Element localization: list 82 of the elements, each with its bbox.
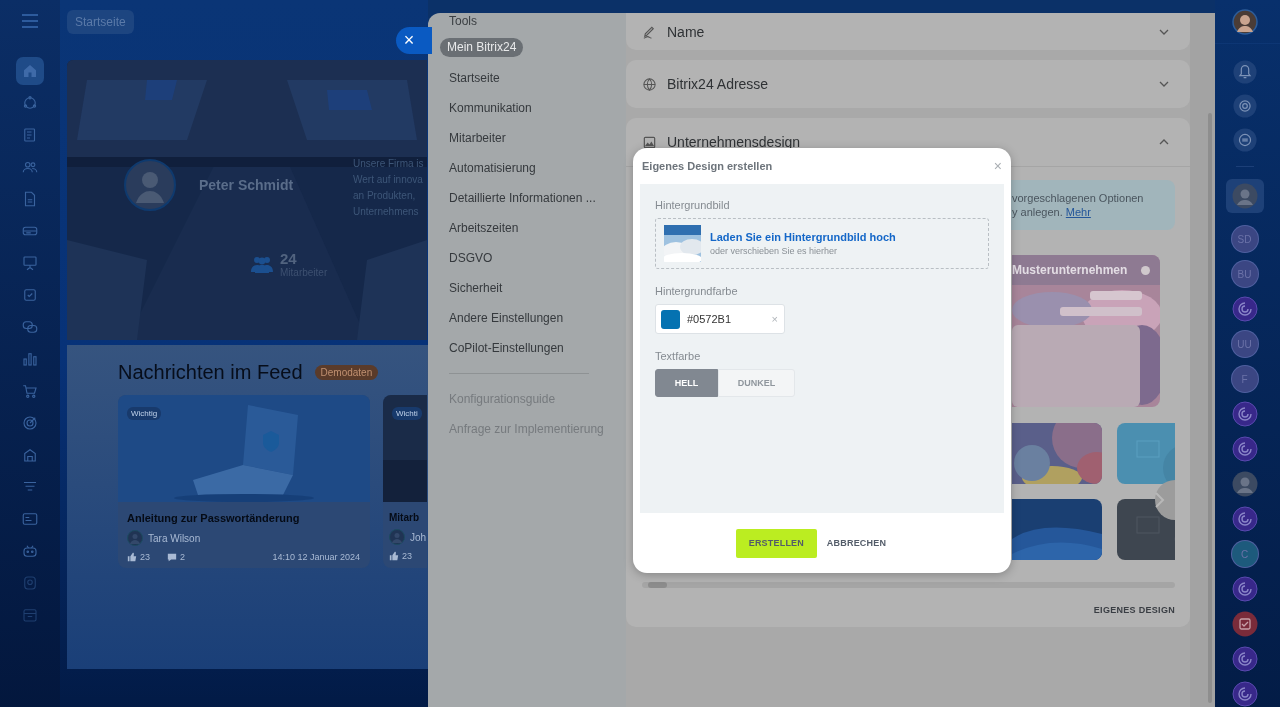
card-title: Anleitung zur Passwortänderung xyxy=(127,512,301,524)
upload-hint: oder verschieben Sie es hierher xyxy=(710,246,839,256)
target-icon xyxy=(21,414,39,432)
post-date: 14:10 12 Januar 2024 xyxy=(272,552,360,562)
nav-item[interactable] xyxy=(16,57,44,85)
avatar-icon xyxy=(124,159,176,211)
menu-item[interactable]: Detaillierte Informationen ... xyxy=(440,183,605,213)
menu-heading: Tools xyxy=(448,14,478,30)
home-icon xyxy=(21,62,39,80)
upload-area[interactable]: Laden Sie ein Hintergrundbild hoch oder verschieben Sie es hierher xyxy=(655,218,989,269)
robot-icon xyxy=(21,542,39,560)
card-title: Mitarb xyxy=(389,512,420,523)
like-count: 23 xyxy=(402,551,412,561)
feed-card[interactable]: Wichti Mitarb Joh 23 xyxy=(383,395,427,568)
task-icon[interactable] xyxy=(1231,611,1258,637)
people-icon xyxy=(250,254,274,274)
menu-item[interactable]: Automatisierung xyxy=(440,153,545,183)
comment-count: 2 xyxy=(180,552,186,562)
section-header[interactable]: Bitrix24 Adresse xyxy=(626,60,1190,108)
field-label: Hintergrundfarbe xyxy=(655,285,738,297)
author-name: Joh xyxy=(410,531,427,543)
cancel-button[interactable]: ABBRECHEN xyxy=(826,528,887,558)
image-icon xyxy=(642,134,657,150)
tag-label: Wichti xyxy=(392,407,422,420)
presentation-icon xyxy=(21,254,39,272)
section-title: Bitrix24 Adresse xyxy=(667,76,770,92)
card-icon xyxy=(21,510,39,528)
create-button[interactable]: ERSTELLEN xyxy=(735,528,817,558)
upload-link[interactable]: Laden Sie ein Hintergrundbild hoch xyxy=(710,231,896,243)
segment-option[interactable]: DUNKEL xyxy=(718,369,795,397)
section-title: Name xyxy=(667,23,706,40)
more-link[interactable]: Mehr xyxy=(1065,206,1091,218)
globe-icon xyxy=(642,76,657,92)
pen-icon xyxy=(642,24,657,39)
profile-name: Peter Schmidt xyxy=(199,177,294,193)
avatar-icon[interactable] xyxy=(1231,8,1258,35)
cycle-icon xyxy=(21,94,39,112)
tag-label: Wichtig xyxy=(127,407,162,420)
thumbs-up-icon xyxy=(389,551,399,561)
menu-item[interactable]: DSGVO xyxy=(440,243,502,273)
cart-icon xyxy=(21,382,39,400)
scrollbar-thumb[interactable] xyxy=(648,582,667,588)
info-text: vorgeschlagenen Optionen y anlegen. Mehr xyxy=(1012,191,1144,219)
box-icon xyxy=(21,574,39,592)
avatar-icon[interactable] xyxy=(1231,471,1258,497)
bell-icon[interactable] xyxy=(1232,60,1257,84)
feed-card[interactable]: Wichtig Anleitung zur Passwortänderung Tara Wilson 23 2 14:10 12 Januar 2024 xyxy=(118,395,370,568)
feed-title: Nachrichten im Feed xyxy=(118,361,303,384)
close-button[interactable]: × xyxy=(396,27,432,54)
menu-item[interactable]: Kommunikation xyxy=(440,93,541,123)
thumbs-up-icon xyxy=(127,552,137,562)
like-count: 23 xyxy=(140,552,150,562)
status-dot-icon xyxy=(1141,265,1150,275)
design-preview[interactable]: Musterunternehmen xyxy=(1012,255,1160,407)
checkbox-icon xyxy=(21,286,39,304)
avatar-icon xyxy=(389,529,405,545)
store-icon xyxy=(21,446,39,464)
menu-item[interactable]: Sicherheit xyxy=(440,273,512,303)
segment-option[interactable]: HELL xyxy=(655,369,718,397)
comment-icon xyxy=(167,552,177,562)
color-value: #0572B1 xyxy=(687,313,733,325)
color-field[interactable]: #0572B1 × xyxy=(655,304,785,334)
field-label: Hintergrundbild xyxy=(655,199,730,211)
menu-item[interactable]: Mein Bitrix24 xyxy=(440,38,524,57)
author-name: Tara Wilson xyxy=(148,532,201,544)
section-title: Unternehmensdesign xyxy=(667,134,802,150)
menu-item[interactable]: CoPilot-Einstellungen xyxy=(440,333,573,363)
avatar-icon xyxy=(127,530,143,546)
demo-badge: Demodaten xyxy=(314,365,379,380)
menu-item[interactable]: Andere Einstellungen xyxy=(440,303,573,333)
stat-value: 24 xyxy=(280,250,298,267)
bar-chart-icon xyxy=(21,350,39,368)
field-label: Textfarbe xyxy=(655,350,701,362)
chat-icon xyxy=(21,318,39,336)
menu-item[interactable]: Mitarbeiter xyxy=(440,123,515,153)
calendar-icon xyxy=(21,606,39,624)
color-swatch xyxy=(661,309,680,329)
own-design-link[interactable]: EIGENES DESIGN xyxy=(1093,605,1175,615)
menu-item[interactable]: Arbeitszeiten xyxy=(440,213,528,243)
preview-title: Musterunternehmen xyxy=(1012,263,1128,277)
section-header[interactable]: Name xyxy=(626,13,1190,50)
menu-item[interactable]: Startseite xyxy=(440,63,509,93)
